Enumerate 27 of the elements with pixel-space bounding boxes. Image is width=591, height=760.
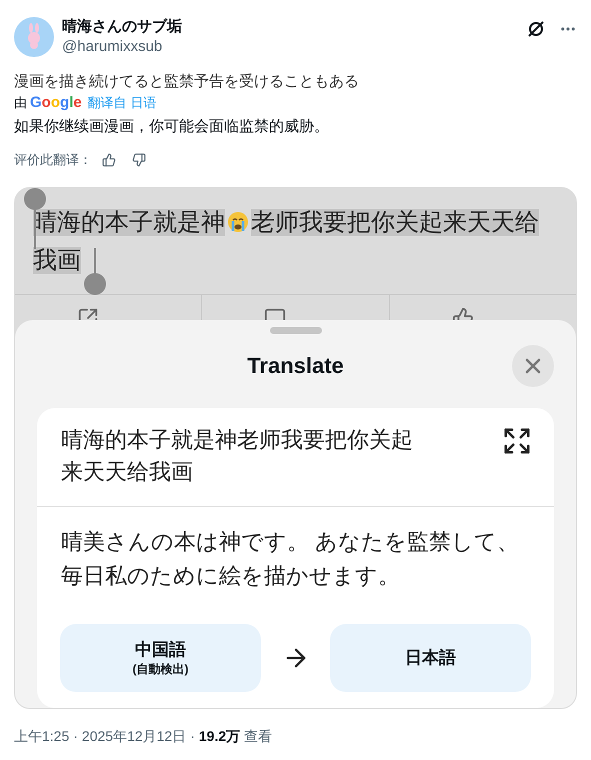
close-button[interactable] [512,344,554,386]
translation-text: 如果你继续画漫画，你可能会面临监禁的威胁。 [14,117,330,137]
source-language-button[interactable]: 中国語 (自動検出) [60,624,261,692]
rate-label: 评价此翻译： [14,151,92,169]
slashed-circle-icon[interactable] [527,20,545,38]
separator-dot: · [73,726,78,746]
selection-end-handle[interactable] [83,248,107,296]
separator-dot: · [190,726,195,746]
thumbs-down-icon[interactable] [132,152,146,167]
translated-by-label: 由 [14,94,27,112]
google-logo: Google [30,94,82,112]
post-text: 漫画を描き続けてると監禁予告を受けることもある [14,72,360,92]
sheet-handle[interactable] [270,326,322,334]
crying-face-icon [227,210,249,232]
post-time[interactable]: 上午1:25 [14,726,70,746]
sheet-title: Translate [247,352,344,380]
view-count: 19.2万 [198,726,240,746]
result-text: 晴美さんの本は神です。 あなたを監禁して、毎日私のために絵を描かせます。 [60,528,520,590]
target-language-button[interactable]: 日本語 [330,624,531,692]
source-text: 晴海的本子就是神老师我要把你关起来天天给我画 [61,426,414,486]
views-label: 查看 [244,726,272,746]
author-handle[interactable]: @harumixxsub [62,37,182,57]
thumbs-up-icon[interactable] [102,152,116,167]
auto-detect-label: (自動検出) [132,660,188,676]
post-date[interactable]: 2025年12月12日 [82,726,186,746]
author-name[interactable]: 晴海さんのサブ垢 [62,17,182,37]
expand-icon[interactable] [502,426,532,456]
